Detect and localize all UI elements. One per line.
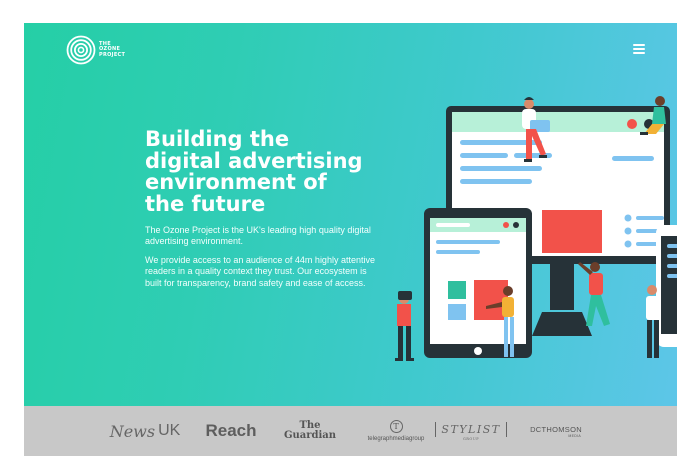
logo-line: PROJECT bbox=[99, 51, 126, 58]
guardian-logo[interactable]: The Guardian bbox=[278, 406, 342, 456]
stylist-sub: GROUP bbox=[462, 436, 480, 441]
telegraph-media-group-logo[interactable]: T telegraphmediagroup bbox=[359, 406, 433, 456]
hero-body: We provide access to an audience of 44m … bbox=[145, 254, 375, 288]
dc-thomson-logo[interactable]: DCTHOMSON MEDIA bbox=[521, 406, 591, 456]
telegraph-mark-icon: T bbox=[389, 420, 403, 433]
devices-and-people-illustration bbox=[395, 96, 677, 361]
reach-logo[interactable]: Reach bbox=[201, 406, 261, 456]
headline-line: the future bbox=[145, 191, 266, 216]
photographer-icon bbox=[395, 291, 414, 361]
news-uk-word: News bbox=[109, 421, 156, 441]
stylist-group-logo[interactable]: STYLIST GROUP bbox=[435, 406, 507, 456]
ozone-rings-icon bbox=[66, 35, 96, 65]
guardian-line: Guardian bbox=[283, 430, 337, 441]
headline-line: environment of bbox=[145, 170, 327, 194]
tablet-icon bbox=[424, 208, 532, 358]
dc-thomson-sub: MEDIA bbox=[568, 433, 581, 438]
news-uk-logo[interactable]: News UK bbox=[108, 406, 182, 456]
smartphone-icon bbox=[656, 225, 677, 347]
headline-line: Building the bbox=[145, 127, 290, 151]
hero-section: THE OZONE PROJECT Building the digital a… bbox=[24, 23, 677, 406]
hero-headline: Building the digital advertising environ… bbox=[145, 127, 385, 216]
hero-copy: Building the digital advertising environ… bbox=[145, 127, 385, 289]
ozone-logo[interactable]: THE OZONE PROJECT bbox=[66, 35, 125, 65]
news-uk-suffix: UK bbox=[158, 422, 181, 439]
dc-thomson-name: DCTHOMSON bbox=[530, 424, 582, 434]
headline-line: digital advertising bbox=[145, 148, 363, 173]
telegraph-name: telegraphmediagroup bbox=[367, 436, 425, 442]
hamburger-menu-icon[interactable] bbox=[633, 44, 645, 54]
publisher-logo-strip: News UK Reach The Guardian T telegraphmed… bbox=[24, 406, 677, 456]
stylist-name: STYLIST bbox=[435, 421, 507, 437]
logo-wordmark: THE OZONE PROJECT bbox=[99, 41, 126, 59]
hero-intro: The Ozone Project is the UK's leading hi… bbox=[145, 225, 371, 247]
